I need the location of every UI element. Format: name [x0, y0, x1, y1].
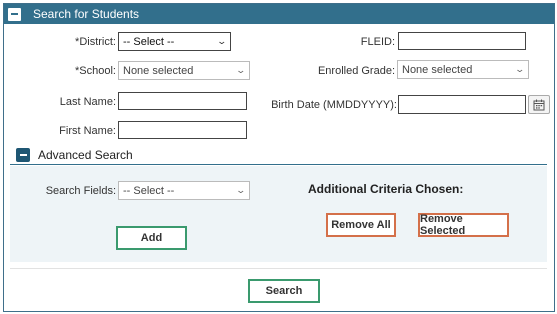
minus-icon[interactable] — [8, 7, 21, 21]
chevron-down-icon: ⌄ — [216, 36, 228, 46]
search-fields-label: Search Fields: — [45, 185, 116, 197]
chevron-down-icon: ⌄ — [514, 64, 526, 74]
first-name-label: First Name: — [59, 125, 116, 137]
advanced-search-title: Advanced Search — [38, 147, 133, 162]
last-name-label: Last Name: — [59, 96, 116, 108]
calendar-icon — [533, 99, 545, 110]
enrolled-grade-select[interactable]: None selected ⌄ — [397, 60, 529, 79]
fleid-input[interactable] — [398, 32, 526, 50]
district-select-value: -- Select -- — [123, 35, 175, 48]
enrolled-grade-label: Enrolled Grade: — [317, 65, 395, 77]
search-fields-select[interactable]: -- Select -- ⌄ — [118, 181, 250, 200]
remove-all-button[interactable]: Remove All — [326, 213, 396, 237]
school-select[interactable]: None selected ⌄ — [118, 61, 250, 80]
district-label: *District: — [75, 36, 116, 48]
add-button[interactable]: Add — [116, 226, 187, 250]
search-button[interactable]: Search — [248, 279, 320, 303]
school-select-value: None selected — [123, 64, 194, 77]
divider — [10, 268, 547, 269]
birth-date-label: Birth Date (MMDDYYYY): — [271, 99, 397, 111]
first-name-input[interactable] — [118, 121, 247, 139]
remove-selected-button[interactable]: Remove Selected — [418, 213, 509, 237]
district-select[interactable]: -- Select -- ⌄ — [118, 32, 231, 51]
chevron-down-icon: ⌄ — [235, 185, 247, 195]
school-label: *School: — [75, 65, 116, 77]
additional-criteria-label: Additional Criteria Chosen: — [308, 182, 464, 196]
birth-date-input[interactable] — [398, 95, 526, 114]
enrolled-grade-select-value: None selected — [402, 63, 473, 76]
fleid-label: FLEID: — [360, 36, 395, 48]
chevron-down-icon: ⌄ — [235, 65, 247, 75]
last-name-input[interactable] — [118, 92, 247, 110]
minus-icon[interactable] — [16, 147, 30, 162]
calendar-button[interactable] — [528, 95, 550, 114]
search-fields-select-value: -- Select -- — [123, 184, 175, 197]
panel-header: Search for Students — [4, 4, 554, 24]
panel-title: Search for Students — [33, 7, 140, 21]
advanced-search-header: Advanced Search — [10, 145, 547, 165]
